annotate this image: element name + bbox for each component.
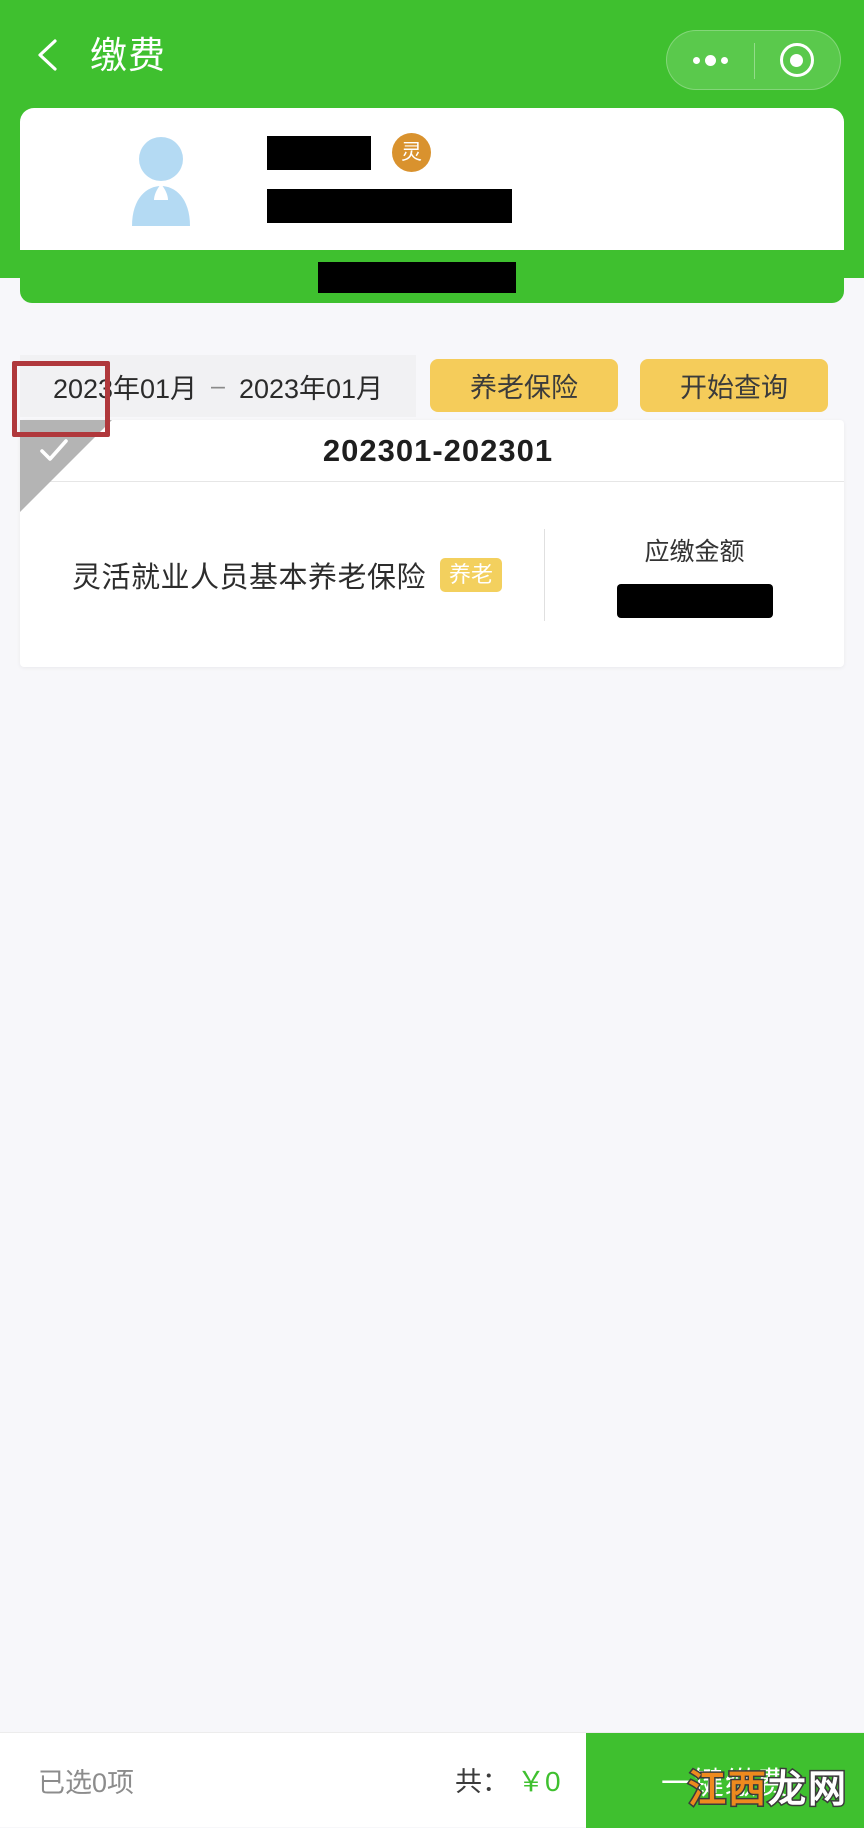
chevron-left-icon bbox=[28, 34, 70, 76]
card-header: 202301-202301 bbox=[20, 420, 844, 482]
miniprogram-capsule bbox=[666, 30, 841, 90]
date-range-separator: – bbox=[211, 372, 225, 401]
watermark-part-one: 江西 bbox=[688, 1769, 768, 1811]
site-watermark: 江西龙网 bbox=[688, 1771, 848, 1809]
date-start-value: 2023年01月 bbox=[53, 367, 197, 406]
capsule-divider bbox=[754, 43, 755, 79]
page-title: 缴费 bbox=[90, 33, 166, 79]
region-selector[interactable]: 人社> bbox=[20, 250, 844, 303]
watermark-part-two: 龙网 bbox=[768, 1769, 848, 1811]
period-label: 202301-202301 bbox=[311, 433, 553, 469]
total-label: 共： bbox=[455, 1760, 509, 1799]
date-end-value: 2023年01月 bbox=[239, 367, 383, 406]
user-id-redacted bbox=[267, 189, 512, 223]
avatar bbox=[112, 126, 210, 226]
more-menu-button[interactable] bbox=[667, 31, 754, 89]
close-miniprogram-button[interactable] bbox=[754, 31, 841, 89]
person-avatar-icon bbox=[112, 126, 210, 226]
back-button[interactable] bbox=[28, 34, 70, 76]
filter-row: 2023年01月 – 2023年01月 养老保险 开始查询 bbox=[0, 355, 864, 417]
payment-item-card[interactable]: 202301-202301 灵活就业人员基本养老保险 养老 应缴金额 bbox=[20, 420, 844, 667]
region-redacted bbox=[318, 262, 516, 293]
start-query-button[interactable]: 开始查询 bbox=[640, 359, 828, 412]
item-category-tag: 养老 bbox=[440, 558, 502, 592]
user-info-card: 灵 bbox=[20, 108, 844, 250]
total-amount-group: 共： ￥0 bbox=[455, 1760, 561, 1800]
check-mark-icon bbox=[37, 434, 71, 468]
amount-due-redacted bbox=[617, 584, 773, 618]
navigation-bar: 缴费 bbox=[0, 0, 864, 112]
amount-column: 应缴金额 bbox=[545, 483, 844, 667]
amount-due-label: 应缴金额 bbox=[644, 532, 744, 568]
card-body: 灵活就业人员基本养老保险 养老 应缴金额 bbox=[20, 483, 844, 667]
total-amount-value: ￥0 bbox=[517, 1760, 561, 1800]
target-circle-icon bbox=[780, 43, 814, 77]
date-range-picker[interactable]: 2023年01月 – 2023年01月 bbox=[20, 355, 416, 417]
user-name-redacted bbox=[267, 136, 371, 170]
item-description: 灵活就业人员基本养老保险 养老 bbox=[20, 554, 544, 596]
more-dots-icon bbox=[693, 55, 728, 66]
item-name-label: 灵活就业人员基本养老保险 bbox=[72, 554, 426, 596]
insurance-type-selector[interactable]: 养老保险 bbox=[430, 359, 618, 412]
flexible-employment-badge: 灵 bbox=[392, 133, 431, 172]
selected-count-label: 已选0项 bbox=[38, 1761, 134, 1800]
